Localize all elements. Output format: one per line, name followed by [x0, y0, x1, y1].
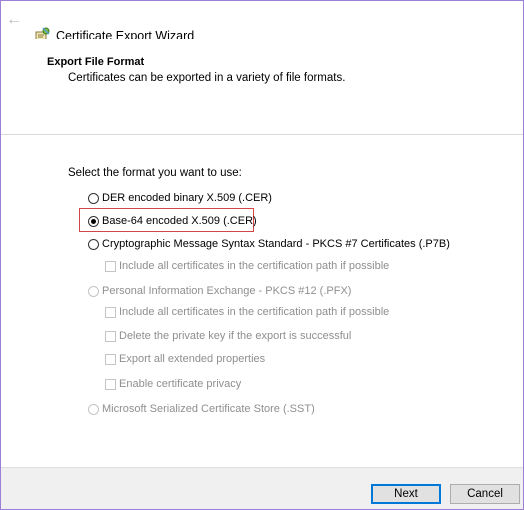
pkcs7-include-all-label: Include all certificates in the certific… [119, 260, 390, 272]
option-pfx-label: Personal Information Exchange - PKCS #12… [102, 285, 352, 297]
option-pfx[interactable]: Personal Information Exchange - PKCS #12… [88, 285, 351, 297]
back-button[interactable]: ← [5, 11, 23, 29]
next-button[interactable]: Next [371, 484, 441, 504]
checkbox-certificate-privacy[interactable] [105, 378, 116, 390]
delete-private-key-label: Delete the private key if the export is … [119, 330, 352, 342]
checkbox-delete-private-key[interactable] [105, 330, 116, 342]
radio-der[interactable] [88, 192, 99, 204]
export-extended-properties-label: Export all extended properties [119, 353, 266, 365]
checkbox-pfx-include-all[interactable] [105, 306, 116, 318]
option-der[interactable]: DER encoded binary X.509 (.CER) [88, 192, 272, 204]
section-description: Certificates can be exported in a variet… [68, 72, 346, 84]
option-sst-label: Microsoft Serialized Certificate Store (… [102, 403, 315, 415]
radio-pfx[interactable] [88, 285, 99, 297]
format-prompt: Select the format you want to use: [68, 167, 242, 179]
delete-private-key-checkbox[interactable]: Delete the private key if the export is … [105, 330, 351, 342]
radio-pkcs7[interactable] [88, 238, 99, 250]
certificate-privacy-label: Enable certificate privacy [119, 378, 242, 390]
arrow-left-icon: ← [6, 11, 22, 28]
option-pkcs7[interactable]: Cryptographic Message Syntax Standard - … [88, 238, 450, 250]
option-sst[interactable]: Microsoft Serialized Certificate Store (… [88, 403, 315, 415]
option-pkcs7-label: Cryptographic Message Syntax Standard - … [102, 238, 450, 250]
radio-base64[interactable] [88, 215, 99, 227]
pfx-include-all-checkbox[interactable]: Include all certificates in the certific… [105, 306, 389, 318]
page-header [1, 39, 523, 135]
option-base64[interactable]: Base-64 encoded X.509 (.CER) [88, 215, 257, 227]
wizard-footer: Next Cancel [1, 467, 523, 509]
cancel-button[interactable]: Cancel [450, 484, 520, 504]
radio-sst[interactable] [88, 403, 99, 415]
option-der-label: DER encoded binary X.509 (.CER) [102, 192, 272, 204]
wizard-window: ← Certificate Export Wizard Export File … [0, 0, 524, 510]
option-base64-label: Base-64 encoded X.509 (.CER) [102, 215, 257, 227]
format-options-panel: Select the format you want to use: DER e… [1, 135, 523, 467]
certificate-privacy-checkbox[interactable]: Enable certificate privacy [105, 378, 241, 390]
export-extended-properties-checkbox[interactable]: Export all extended properties [105, 353, 265, 365]
checkbox-export-extended-properties[interactable] [105, 353, 116, 365]
title-bar: ← Certificate Export Wizard [1, 1, 523, 43]
section-heading: Export File Format [47, 56, 145, 68]
pfx-include-all-label: Include all certificates in the certific… [119, 306, 390, 318]
pkcs7-include-all-checkbox[interactable]: Include all certificates in the certific… [105, 260, 389, 272]
checkbox-pkcs7-include-all[interactable] [105, 260, 116, 272]
